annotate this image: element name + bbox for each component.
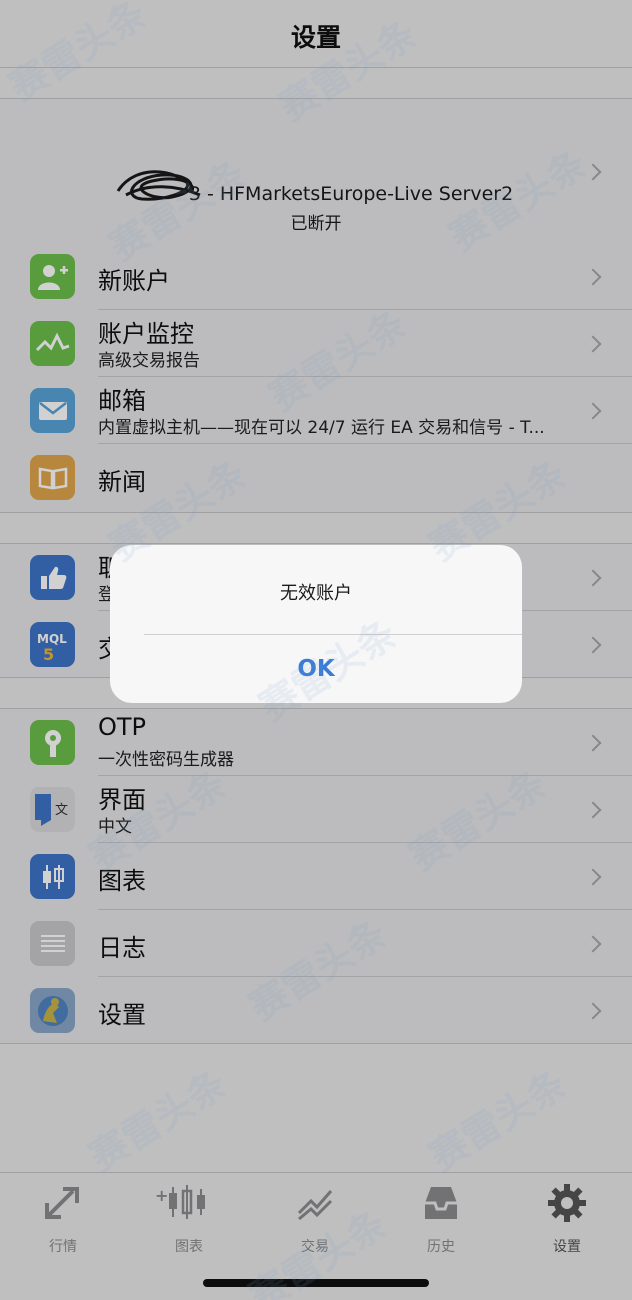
alert-message: 无效账户 bbox=[280, 583, 352, 604]
alert-ok-button[interactable]: OK bbox=[110, 635, 522, 703]
alert-dialog: 无效账户 OK bbox=[110, 545, 522, 703]
